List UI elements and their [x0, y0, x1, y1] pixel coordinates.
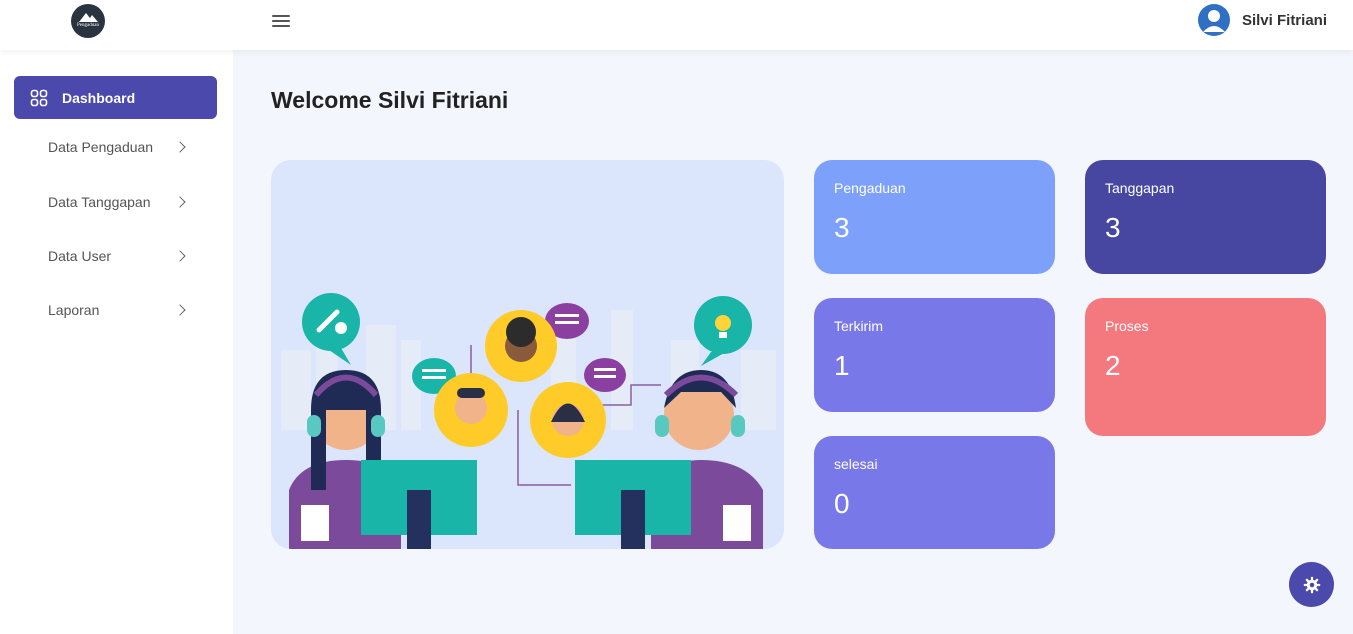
stat-card-pengaduan[interactable]: Pengaduan 3: [814, 160, 1055, 274]
stat-card-terkirim[interactable]: Terkirim 1: [814, 298, 1055, 412]
sidebar-item-dashboard[interactable]: Dashboard: [14, 76, 217, 119]
sidebar-item-label: Laporan: [48, 302, 100, 318]
stat-card-label: selesai: [834, 456, 878, 472]
user-menu[interactable]: Silvi Fitriani: [1197, 4, 1327, 36]
sidebar-item-label: Dashboard: [62, 89, 136, 106]
sidebar-item-data-user[interactable]: Data User: [48, 244, 188, 268]
sidebar-item-laporan[interactable]: Laporan: [48, 298, 188, 322]
sidebar-item-label: Data Tanggapan: [48, 194, 151, 210]
chevron-right-icon: [174, 141, 186, 153]
stat-card-label: Proses: [1105, 318, 1149, 334]
stat-card-selesai[interactable]: selesai 0: [814, 436, 1055, 549]
stat-card-label: Pengaduan: [834, 180, 906, 196]
sidebar-item-data-tanggapan[interactable]: Data Tanggapan: [48, 190, 188, 214]
stat-card-value: 1: [834, 350, 850, 381]
stat-card-value: 3: [834, 212, 850, 243]
sidebar-item-data-pengaduan[interactable]: Data Pengaduan: [48, 135, 188, 159]
settings-button[interactable]: [1289, 562, 1334, 607]
stat-card-label: Tanggapan: [1105, 180, 1175, 196]
stat-card-tanggapan[interactable]: Tanggapan 3: [1085, 160, 1326, 274]
chevron-right-icon: [174, 304, 186, 316]
logo-mountain-icon: [79, 13, 98, 22]
stat-card-proses[interactable]: Proses 2: [1085, 298, 1326, 436]
user-name: Silvi Fitriani: [1241, 11, 1327, 29]
sidebar: Dashboard Data Pengaduan Data Tanggapan …: [0, 50, 233, 634]
sidebar-item-label: Data User: [48, 248, 112, 264]
customer-service-illustration: [271, 160, 784, 549]
sidebar-item-label: Data Pengaduan: [48, 139, 154, 155]
stat-card-value: 2: [1105, 350, 1121, 381]
user-avatar-icon: [1197, 4, 1230, 36]
hamburger-menu-icon[interactable]: [272, 15, 290, 29]
stat-card-value: 0: [834, 488, 850, 519]
logo-text: Pengaduan: [77, 23, 99, 28]
stat-card-value: 3: [1105, 212, 1121, 243]
stat-card-label: Terkirim: [834, 318, 883, 334]
page-title: Welcome Silvi Fitriani: [271, 87, 509, 113]
chevron-right-icon: [174, 196, 186, 208]
grid-icon: [30, 89, 48, 106]
app-logo[interactable]: Pengaduan: [71, 4, 105, 38]
gear-icon: [1303, 576, 1320, 593]
top-bar: Pengaduan Silvi Fitriani: [0, 0, 1353, 50]
chevron-right-icon: [174, 250, 186, 262]
